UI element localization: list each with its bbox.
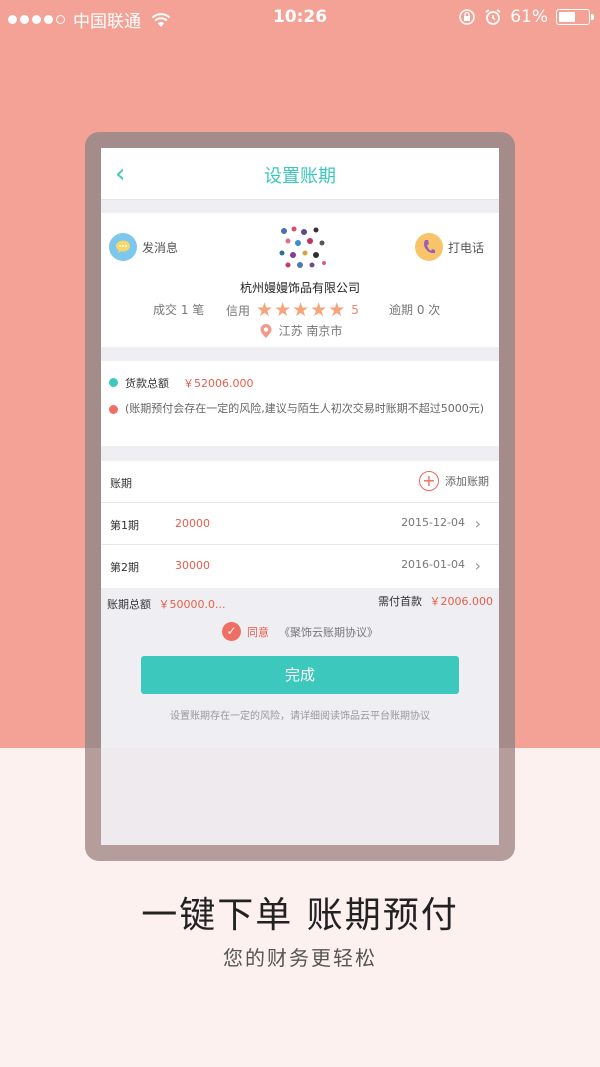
star-icon: ★ (256, 299, 274, 321)
rotation-lock-icon (459, 9, 476, 25)
period-total: 账期总额 ￥50000.0... (107, 596, 225, 612)
period-row[interactable]: 第1期 20000 2015-12-04 › (101, 503, 499, 545)
app-screen: ‹ 设置账期 发消息 打电话 杭州嫚嫚饰品有限公司 成交 1 笔 信用 ★ ★ … (101, 148, 499, 845)
battery-percent: 61% (510, 7, 548, 27)
shop-card: 发消息 打电话 杭州嫚嫚饰品有限公司 成交 1 笔 信用 ★ ★ ★ ★ ★ 5… (101, 213, 499, 347)
chat-icon (109, 233, 137, 261)
call-label: 打电话 (448, 240, 485, 255)
period-label: 账期 (110, 477, 132, 490)
rating-stars: ★ ★ ★ ★ ★ (256, 299, 346, 321)
page-title: 设置账期 (264, 166, 336, 187)
period-item-label: 第2期 (110, 561, 139, 574)
location-label: 江苏 南京市 (278, 324, 343, 338)
star-icon: ★ (310, 299, 328, 321)
risk-warning-row: (账期预付会存在一定的风险,建议与陌生人初次交易时账期不超过5000元) (109, 402, 499, 416)
battery-icon (556, 9, 594, 25)
nav-bar: ‹ 设置账期 (101, 148, 499, 200)
overdue-count: 逾期 0 次 (389, 303, 441, 317)
location-pin-icon (260, 323, 272, 338)
chevron-right-icon: › (474, 556, 481, 575)
period-total-value: ￥50000.0... (158, 598, 226, 611)
total-amount-value: ￥52006.000 (183, 377, 254, 390)
chevron-right-icon: › (474, 514, 481, 533)
period-header: 账期 + 添加账期 (101, 461, 499, 503)
red-dot-icon (109, 405, 118, 414)
star-icon: ★ (292, 299, 310, 321)
star-icon: ★ (274, 299, 292, 321)
send-message-label: 发消息 (142, 240, 179, 255)
period-item-amount: 20000 (175, 517, 210, 530)
period-total-label: 账期总额 (107, 598, 151, 611)
deal-count: 成交 1 笔 (153, 303, 205, 317)
down-payment: 需付首款 ￥2006.000 (378, 593, 493, 609)
period-item-date: 2015-12-04 (401, 516, 465, 529)
teal-dot-icon (109, 378, 118, 387)
send-message-button[interactable]: 发消息 (109, 233, 178, 261)
agreement-row: ✓ 同意 《聚饰云账期协议》 (101, 622, 499, 641)
battery-level (559, 12, 576, 22)
add-period-label: 添加账期 (445, 475, 489, 488)
down-payment-value: ￥2006.000 (429, 595, 494, 608)
period-item-date: 2016-01-04 (401, 558, 465, 571)
alarm-icon (485, 9, 501, 25)
shop-location: 江苏 南京市 (101, 322, 499, 339)
promo-subline: 您的财务更轻松 (223, 946, 377, 970)
rating-value: 5 (351, 303, 359, 317)
add-period-button[interactable]: + 添加账期 (419, 471, 489, 491)
status-bar: 中国联通 10:26 61% (0, 0, 600, 34)
amount-card: 货款总额 ￥52006.000 (账期预付会存在一定的风险,建议与陌生人初次交易… (101, 361, 499, 446)
done-button[interactable]: 完成 (141, 656, 459, 694)
total-amount-label: 货款总额 (125, 377, 169, 390)
plus-icon: + (419, 471, 439, 491)
agree-checkbox[interactable]: ✓ (222, 622, 241, 641)
star-icon: ★ (328, 299, 346, 321)
risk-warning: (账期预付会存在一定的风险,建议与陌生人初次交易时账期不超过5000元) (125, 402, 485, 415)
promo-headline: 一键下单 账期预付 (141, 895, 459, 936)
call-button[interactable]: 打电话 (415, 233, 484, 261)
period-item-label: 第1期 (110, 519, 139, 532)
credit-label: 信用 (226, 303, 251, 318)
period-item-amount: 30000 (175, 559, 210, 572)
total-amount-row: 货款总额 ￥52006.000 (109, 375, 254, 391)
period-row[interactable]: 第2期 30000 2016-01-04 › (101, 545, 499, 587)
shop-logo (279, 226, 326, 268)
down-payment-label: 需付首款 (378, 595, 422, 608)
agree-label: 同意 (247, 625, 269, 639)
agreement-link[interactable]: 《聚饰云账期协议》 (279, 624, 378, 640)
period-card: 账期 + 添加账期 第1期 20000 2015-12-04 › 第2期 300… (101, 461, 499, 588)
credit-rating: 信用 ★ ★ ★ ★ ★ 5 (226, 299, 359, 321)
phone-icon (415, 233, 443, 261)
risk-note: 设置账期存在一定的风险，请详细阅读饰品云平台账期协议 (170, 711, 430, 722)
totals-row: 账期总额 ￥50000.0... 需付首款 ￥2006.000 (101, 590, 499, 614)
shop-name: 杭州嫚嫚饰品有限公司 (239, 281, 360, 295)
